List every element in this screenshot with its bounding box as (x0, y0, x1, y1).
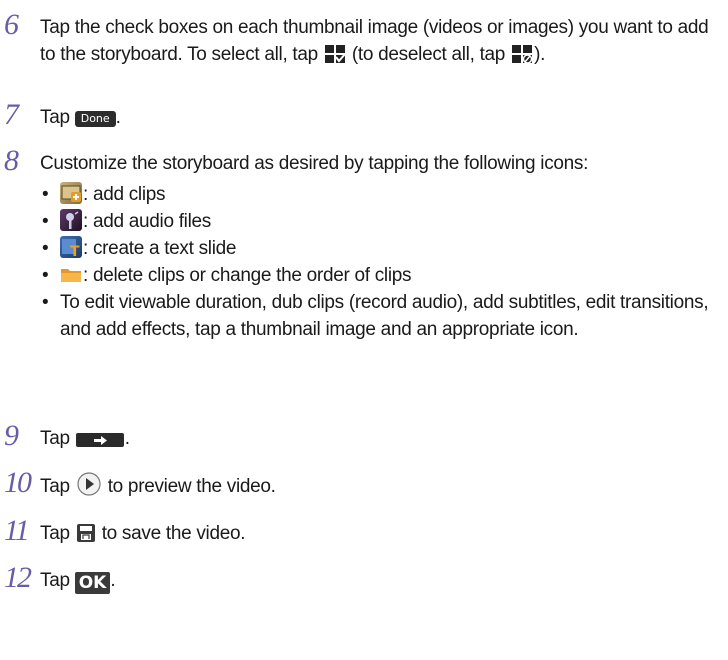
step-number: 6 (4, 8, 19, 41)
step-text: Tap . (40, 425, 724, 456)
deselect-all-icon (511, 44, 533, 72)
step-text: Tap to preview the video. (40, 472, 724, 504)
text-slide-icon: T (60, 236, 82, 258)
step-text: Tap OK. (40, 570, 116, 594)
icon-list: •: add clips •: add audio files • T: crea… (40, 181, 724, 343)
add-audio-icon (60, 209, 82, 231)
list-item: •: add audio files (42, 209, 211, 232)
add-clips-icon (60, 182, 82, 204)
folder-icon (60, 263, 82, 285)
step-number: 8 (4, 144, 19, 177)
ok-button: OK (74, 572, 111, 594)
step-number: 12 (4, 561, 32, 594)
list-item: • T: create a text slide (42, 236, 237, 259)
list-item: •: delete clips or change the order of c… (42, 263, 412, 286)
step-number: 9 (4, 419, 19, 452)
svg-text:T: T (70, 244, 80, 258)
list-item: •: add clips (42, 182, 166, 205)
save-icon (76, 523, 96, 551)
play-icon (76, 472, 102, 504)
select-all-icon (324, 44, 346, 72)
step-text: Tap to save the video. (40, 520, 724, 551)
step-number: 7 (4, 98, 19, 131)
next-arrow-button-icon (75, 429, 124, 456)
step-number: 10 (4, 466, 32, 499)
step-text: Tap Done. (40, 107, 121, 128)
step-number: 11 (4, 514, 30, 547)
step-text: Tap the check boxes on each thumbnail im… (40, 14, 724, 72)
done-button: Done (74, 111, 116, 127)
list-item: • To edit viewable duration, dub clips (r… (42, 292, 709, 340)
step-text: Customize the storyboard as desired by t… (40, 153, 589, 174)
